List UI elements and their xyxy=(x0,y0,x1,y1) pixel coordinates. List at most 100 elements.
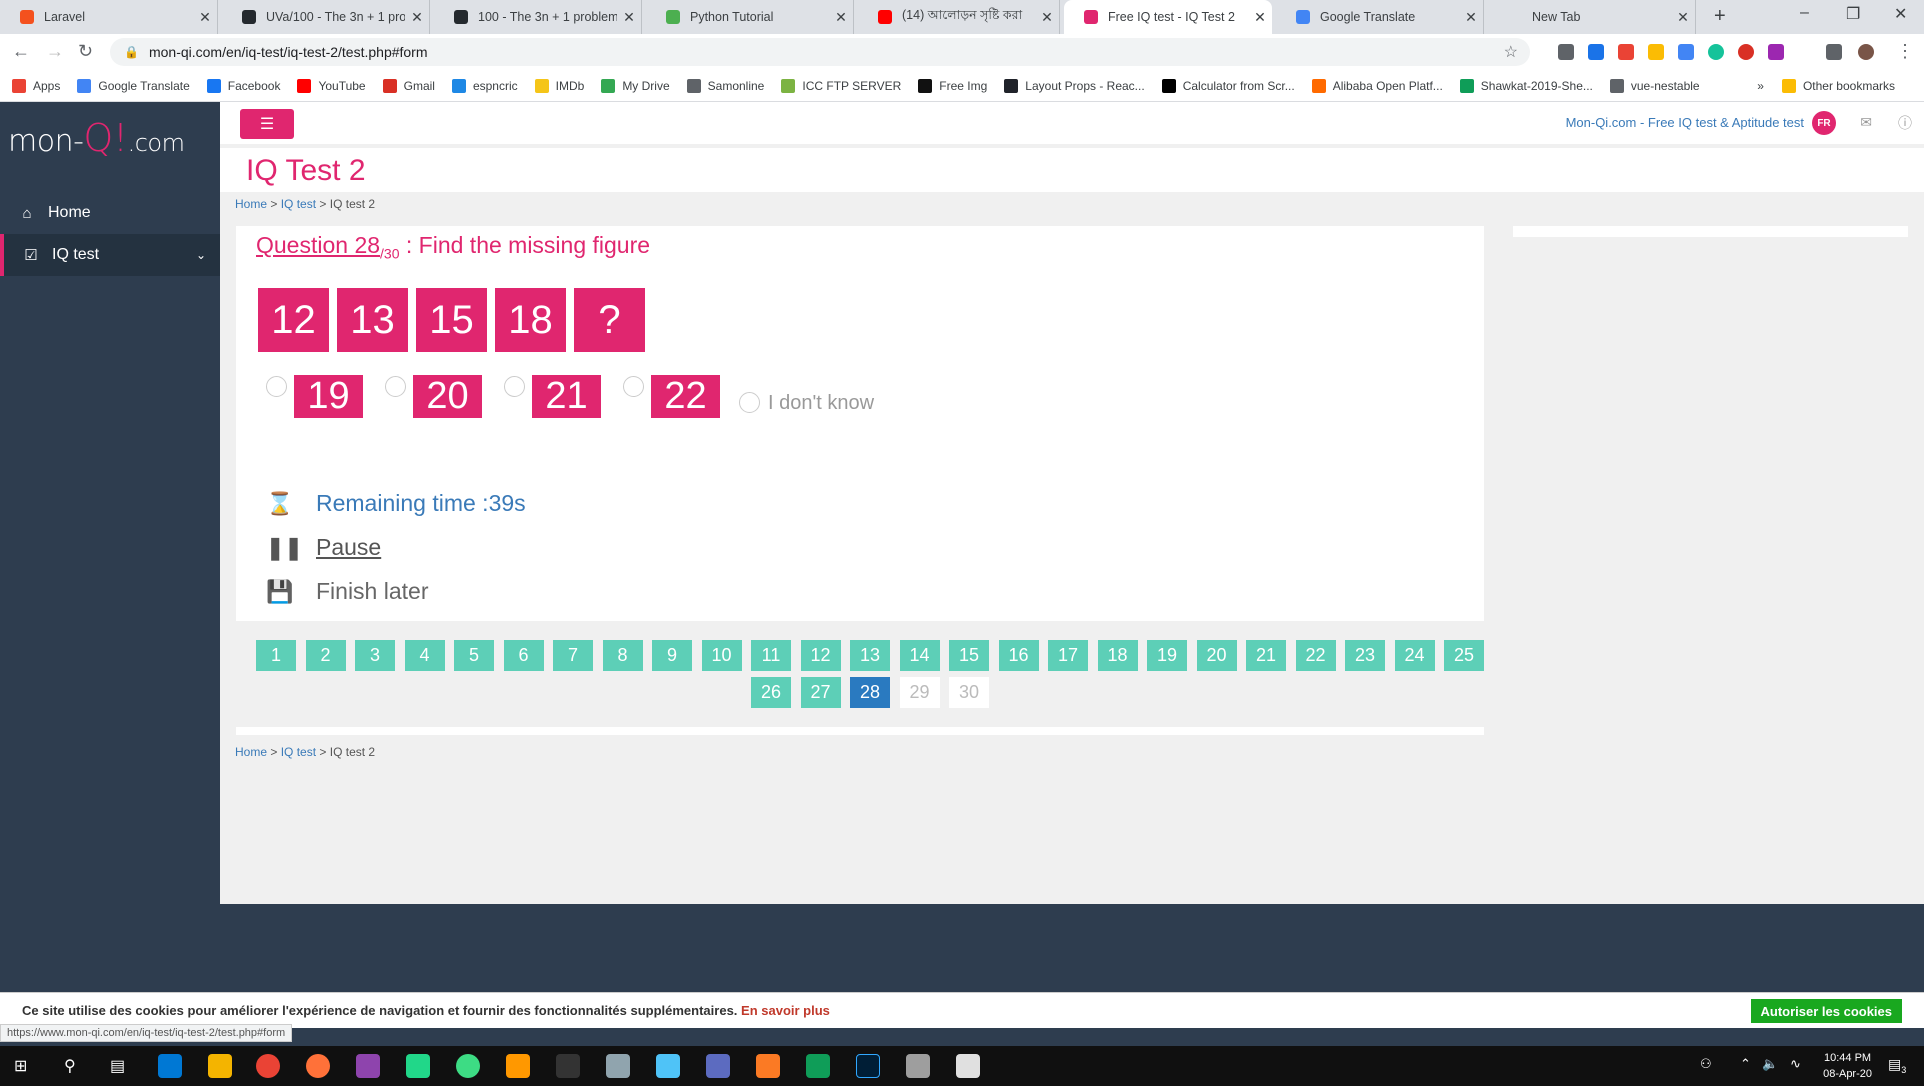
question-nav-button-14[interactable]: 14 xyxy=(899,640,940,671)
question-nav-button-27[interactable]: 27 xyxy=(800,677,841,708)
firefox-icon[interactable] xyxy=(306,1054,330,1078)
question-nav-button-18[interactable]: 18 xyxy=(1097,640,1138,671)
browser-tab[interactable]: (14) আলোড়ন সৃষ্টি করা ✕ xyxy=(858,0,1060,34)
sidebar-item-iq-test[interactable]: ☑ IQ test ⌄ xyxy=(0,234,220,276)
extension-icon[interactable] xyxy=(1678,44,1694,60)
bookmark-item[interactable]: Shawkat-2019-She... xyxy=(1459,78,1593,93)
outlook-icon[interactable] xyxy=(158,1054,182,1078)
bookmark-item[interactable]: espncric xyxy=(451,78,518,93)
question-nav-button-15[interactable]: 15 xyxy=(949,640,989,671)
extension-icon[interactable] xyxy=(1768,44,1784,60)
question-nav-button-29[interactable]: 29 xyxy=(899,677,940,708)
minimize-icon[interactable]: – xyxy=(1800,4,1809,22)
menu-dots-icon[interactable]: ⋮ xyxy=(1896,41,1914,62)
browser-tab[interactable]: New Tab ✕ xyxy=(1488,0,1696,34)
language-badge[interactable]: FR xyxy=(1812,111,1836,135)
close-tab-icon[interactable]: ✕ xyxy=(405,9,429,26)
question-nav-button-20[interactable]: 20 xyxy=(1196,640,1237,671)
browser-tab[interactable]: Python Tutorial ✕ xyxy=(646,0,854,34)
site-logo[interactable]: mon-Q!.com xyxy=(8,116,185,160)
sublime-text-icon[interactable] xyxy=(506,1054,530,1078)
bookmark-item[interactable]: Alibaba Open Platf... xyxy=(1311,78,1443,93)
sidebar-item-home[interactable]: ⌂ Home xyxy=(0,192,220,234)
bookmark-item[interactable]: Samonline xyxy=(686,78,764,93)
question-nav-button-5[interactable]: 5 xyxy=(454,640,494,671)
new-tab-button[interactable]: + xyxy=(1714,5,1726,28)
question-nav-button-17[interactable]: 17 xyxy=(1048,640,1088,671)
photoshop-icon[interactable] xyxy=(856,1054,880,1078)
browser-tab[interactable]: UVa/100 - The 3n + 1 probl ✕ xyxy=(222,0,430,34)
bookmark-item[interactable]: vue-nestable xyxy=(1609,78,1700,93)
browser-tab[interactable]: Laravel ✕ xyxy=(0,0,218,34)
close-tab-icon[interactable]: ✕ xyxy=(1459,9,1483,26)
bookmark-item[interactable]: Apps xyxy=(12,78,60,93)
bookmark-item[interactable]: ICC FTP SERVER xyxy=(781,78,901,93)
file-explorer-icon[interactable] xyxy=(208,1054,232,1078)
bookmark-item[interactable]: Gmail xyxy=(382,78,435,93)
breadcrumb-home[interactable]: Home xyxy=(235,197,267,211)
breadcrumb-home[interactable]: Home xyxy=(235,745,267,759)
extension-icon[interactable] xyxy=(1618,44,1634,60)
finish-later-button[interactable]: 💾 Finish later xyxy=(266,578,428,605)
bookmark-item[interactable]: IMDb xyxy=(534,78,584,93)
question-nav-button-22[interactable]: 22 xyxy=(1295,640,1336,671)
question-nav-button-9[interactable]: 9 xyxy=(652,640,692,671)
media-control-icon[interactable] xyxy=(1826,44,1842,60)
other-bookmarks[interactable]: Other bookmarks xyxy=(1781,79,1895,93)
app-icon[interactable] xyxy=(906,1054,930,1078)
extension-icon[interactable] xyxy=(1558,44,1574,60)
question-nav-button-4[interactable]: 4 xyxy=(404,640,445,671)
chevron-up-icon[interactable]: ⌃ xyxy=(1740,1056,1751,1072)
answer-radio-21[interactable] xyxy=(504,376,525,397)
answer-option-21[interactable]: 21 xyxy=(532,375,601,418)
wifi-icon[interactable]: ∿ xyxy=(1790,1056,1801,1072)
question-nav-button-1[interactable]: 1 xyxy=(256,640,296,671)
question-nav-button-8[interactable]: 8 xyxy=(602,640,643,671)
bookmark-item[interactable]: Layout Props - Reac... xyxy=(1004,78,1145,93)
question-nav-button-2[interactable]: 2 xyxy=(305,640,346,671)
answer-radio-19[interactable] xyxy=(266,376,287,397)
browser-tab[interactable]: Google Translate ✕ xyxy=(1276,0,1484,34)
windows-start-icon[interactable]: ⊞ xyxy=(14,1056,27,1076)
answer-option-22[interactable]: 22 xyxy=(651,375,720,418)
close-tab-icon[interactable]: ✕ xyxy=(1671,9,1695,26)
close-tab-icon[interactable]: ✕ xyxy=(617,9,641,26)
question-nav-button-19[interactable]: 19 xyxy=(1147,640,1187,671)
dont-know-label[interactable]: I don't know xyxy=(768,392,874,415)
info-icon[interactable]: ⓘ xyxy=(1898,113,1912,133)
bookmark-star-icon[interactable]: ☆ xyxy=(1504,42,1518,62)
question-nav-button-25[interactable]: 25 xyxy=(1444,640,1484,671)
breadcrumb-iq-test[interactable]: IQ test xyxy=(281,745,316,759)
question-nav-button-11[interactable]: 11 xyxy=(751,640,791,671)
bookmarks-overflow[interactable]: » xyxy=(1757,79,1764,93)
question-nav-button-30[interactable]: 30 xyxy=(949,677,989,708)
bookmark-item[interactable]: My Drive xyxy=(601,78,670,93)
bookmark-item[interactable]: Google Translate xyxy=(77,78,190,93)
question-nav-button-12[interactable]: 12 xyxy=(800,640,841,671)
close-tab-icon[interactable]: ✕ xyxy=(1035,9,1059,26)
question-nav-button-21[interactable]: 21 xyxy=(1246,640,1286,671)
task-view-icon[interactable]: ▤ xyxy=(110,1056,125,1076)
back-icon[interactable]: ← xyxy=(12,41,30,62)
people-icon[interactable]: ⚇ xyxy=(1700,1056,1712,1072)
question-nav-button-24[interactable]: 24 xyxy=(1394,640,1435,671)
close-tab-icon[interactable]: ✕ xyxy=(829,9,853,26)
extension-icon[interactable] xyxy=(1648,44,1664,60)
android-studio-icon[interactable] xyxy=(456,1054,480,1078)
site-name-link[interactable]: Mon-Qi.com - Free IQ test & Aptitude tes… xyxy=(1566,115,1804,130)
terminal-icon[interactable] xyxy=(556,1054,580,1078)
answer-radio-20[interactable] xyxy=(385,376,406,397)
question-nav-button-10[interactable]: 10 xyxy=(701,640,742,671)
calculator-icon[interactable] xyxy=(956,1054,980,1078)
pause-button[interactable]: ❚❚ Pause xyxy=(266,534,381,561)
breadcrumb-iq-test[interactable]: IQ test xyxy=(281,197,316,211)
forward-icon[interactable]: → xyxy=(46,41,64,62)
answer-radio-22[interactable] xyxy=(623,376,644,397)
question-nav-button-26[interactable]: 26 xyxy=(751,677,791,708)
chrome-icon[interactable] xyxy=(256,1054,280,1078)
app-icon[interactable] xyxy=(656,1054,680,1078)
app-icon[interactable] xyxy=(606,1054,630,1078)
volume-icon[interactable]: 🔈 xyxy=(1762,1056,1778,1072)
xampp-icon[interactable] xyxy=(756,1054,780,1078)
browser-tab[interactable]: Free IQ test - IQ Test 2 ✕ xyxy=(1064,0,1272,34)
